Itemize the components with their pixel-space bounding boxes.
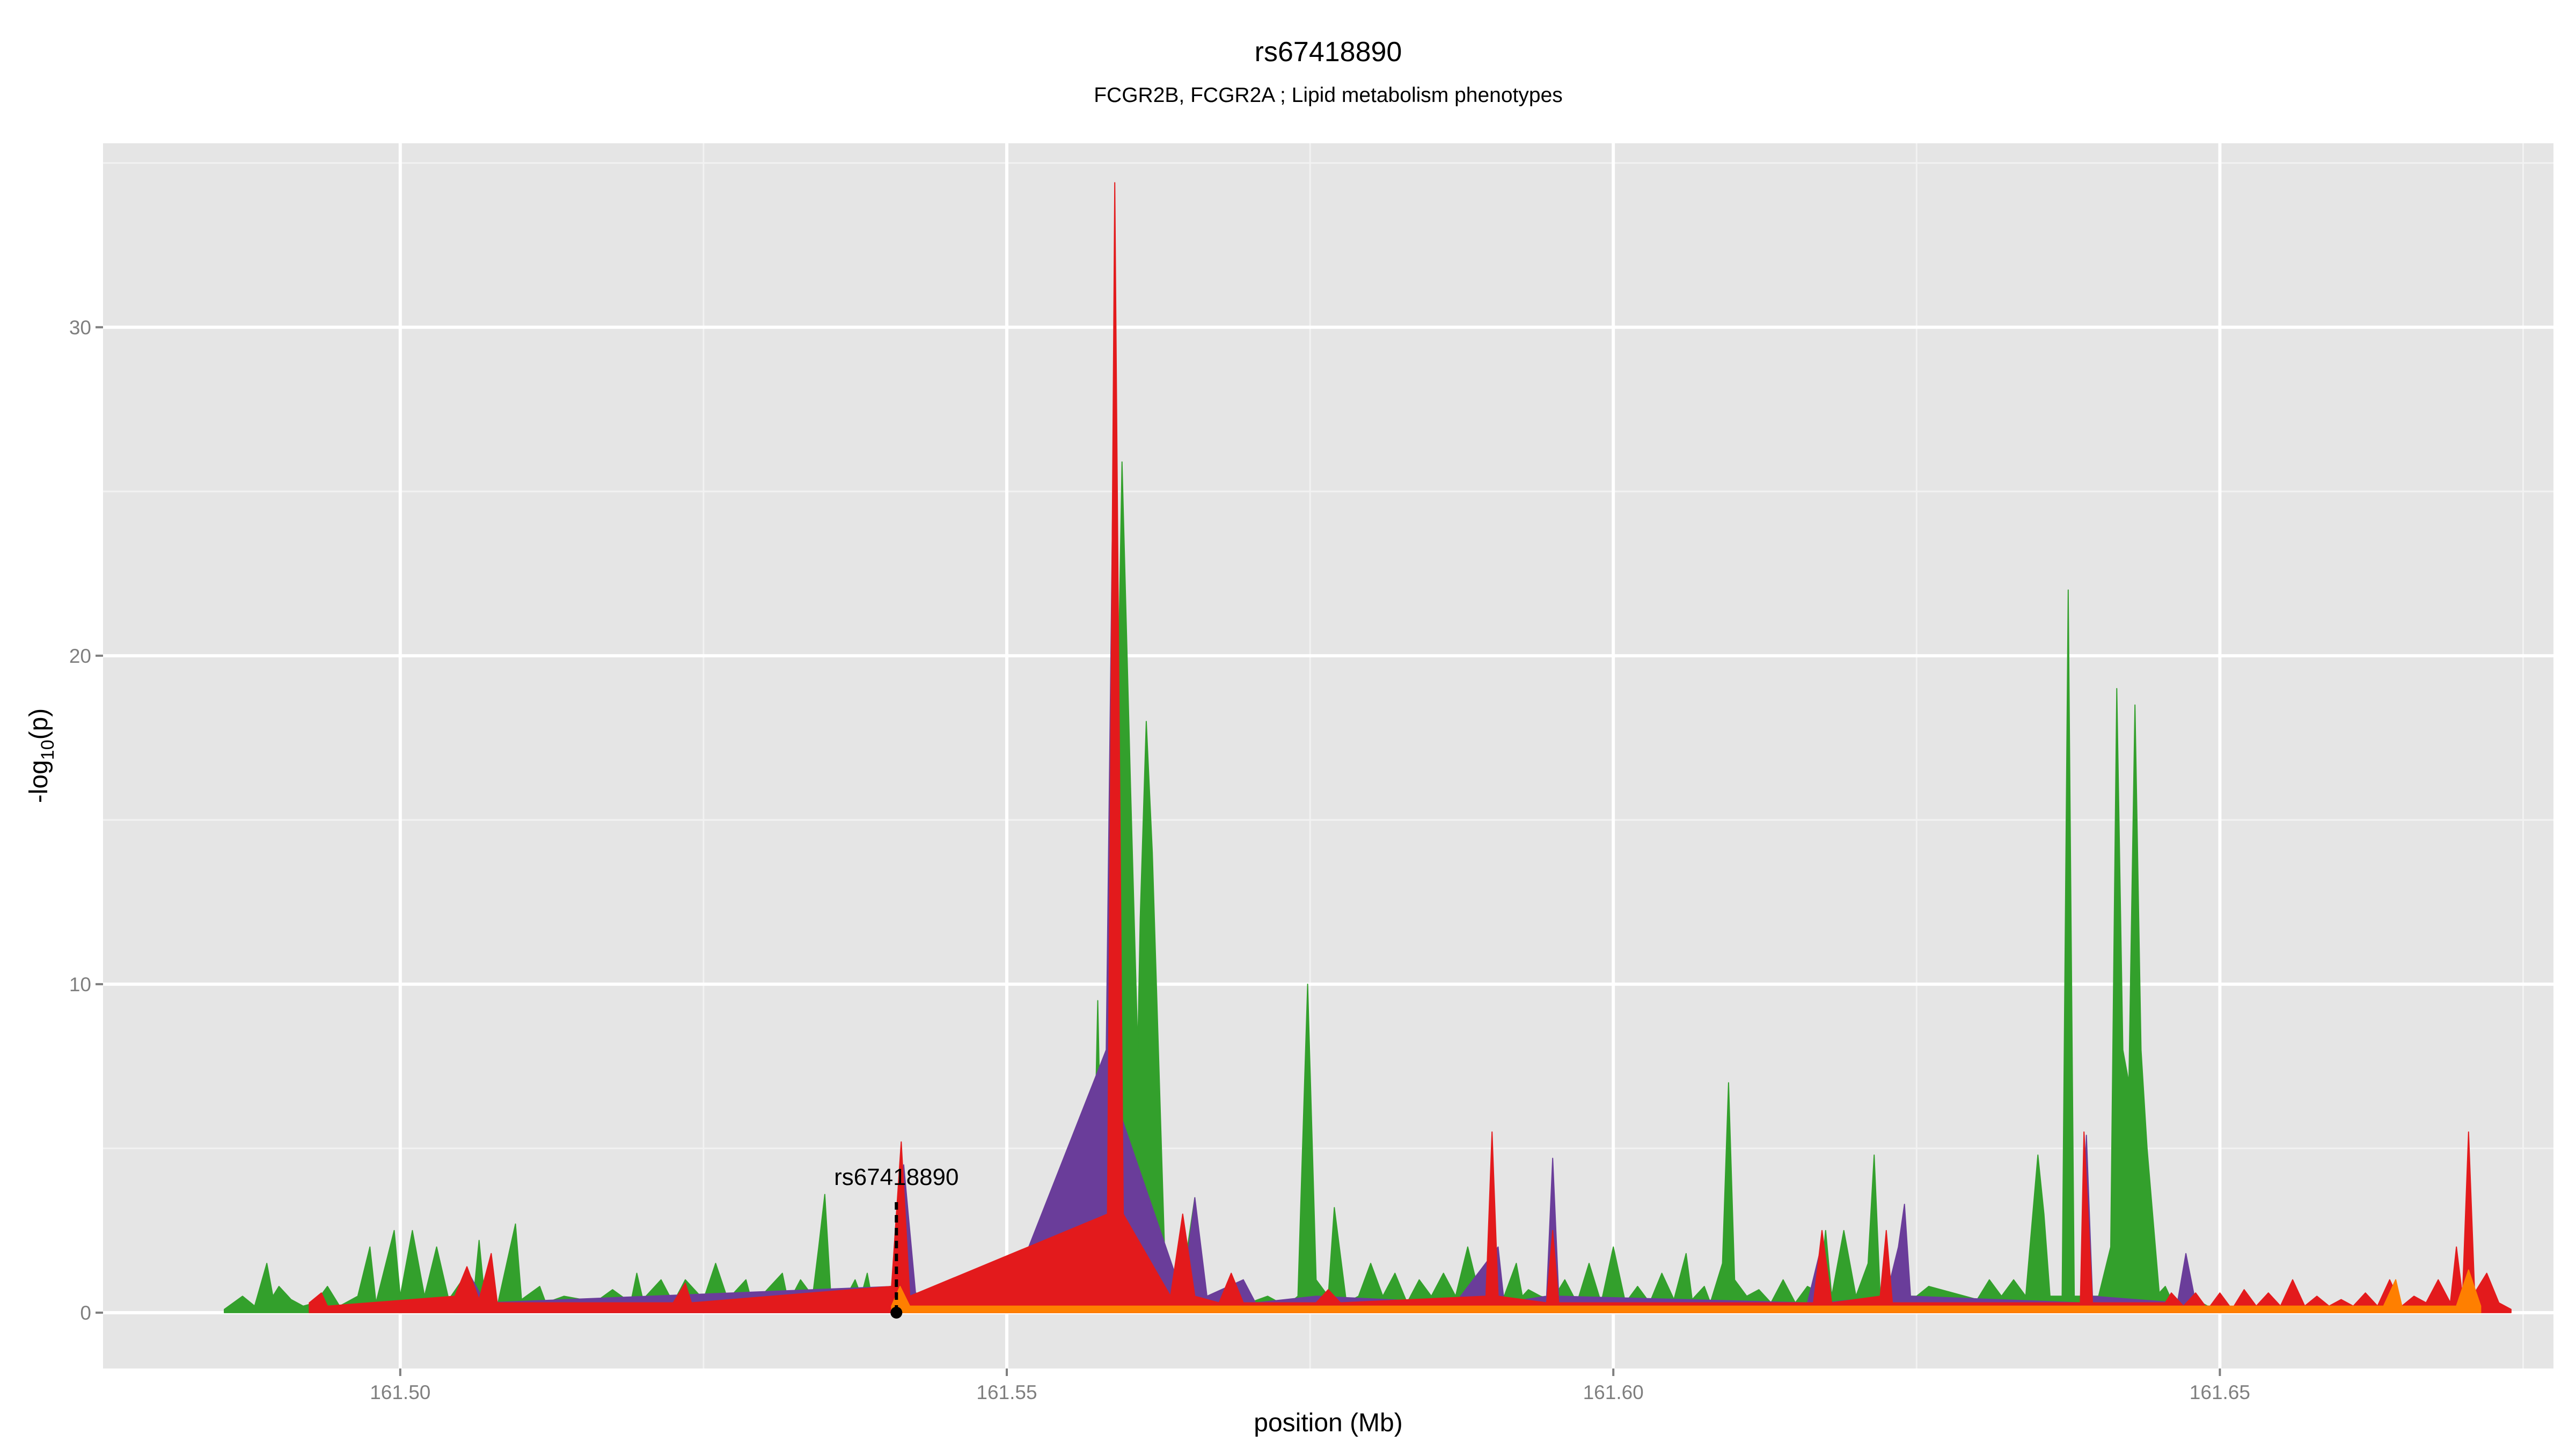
y-tick-label: 0: [80, 1302, 91, 1324]
y-axis-label-subscript: 10: [38, 740, 58, 760]
y-tick-label: 30: [69, 317, 91, 339]
x-axis-label: position (Mb): [1254, 1409, 1402, 1437]
y-tick-label: 20: [69, 645, 91, 667]
x-tick-label: 161.65: [2190, 1381, 2250, 1403]
x-axis: 161.50 161.55 161.60 161.65: [370, 1368, 2250, 1403]
chart-subtitle: FCGR2B, FCGR2A ; Lipid metabolism phenot…: [1094, 84, 1563, 107]
x-tick-label: 161.50: [370, 1381, 430, 1403]
y-axis-label-main: -log: [25, 760, 53, 803]
y-axis-label: -log10(p): [25, 708, 58, 803]
regional-association-chart: rs67418890 FCGR2B, FCGR2A ; Lipid metabo…: [25, 36, 2553, 1437]
x-tick-label: 161.55: [976, 1381, 1037, 1403]
snp-marker-point: [890, 1306, 903, 1319]
y-axis-label-tail: (p): [25, 708, 53, 740]
x-tick-label: 161.60: [1583, 1381, 1644, 1403]
chart-title: rs67418890: [1255, 36, 1402, 68]
y-tick-label: 10: [69, 974, 91, 996]
snp-label: rs67418890: [834, 1164, 958, 1190]
y-axis: 0 10 20 30: [69, 317, 103, 1324]
